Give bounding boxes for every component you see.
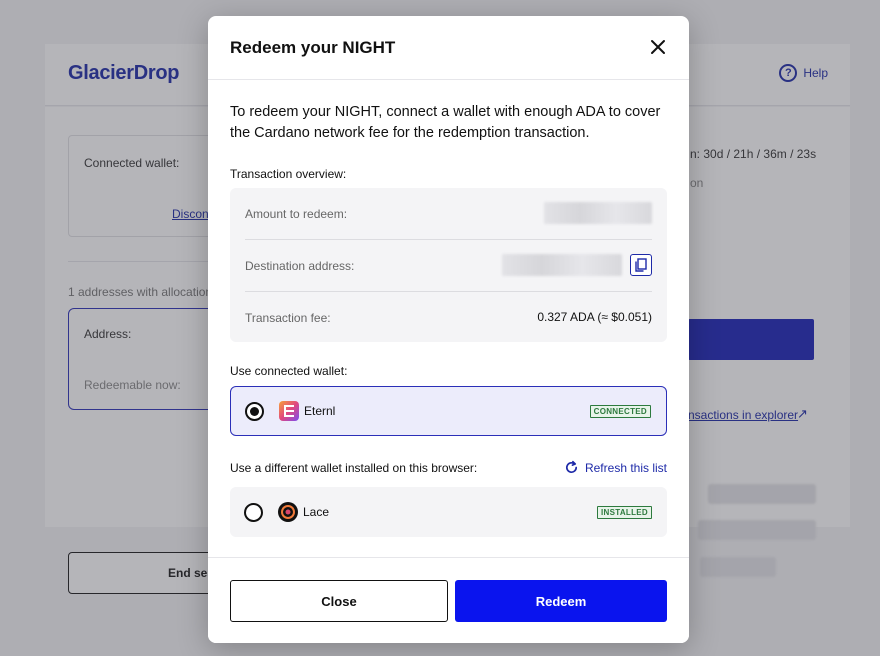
- wallet-option-lace[interactable]: Lace INSTALLED: [230, 487, 667, 537]
- transaction-overview-label: Transaction overview:: [230, 167, 347, 181]
- modal-footer: Close Redeem: [208, 557, 689, 643]
- refresh-list-button[interactable]: Refresh this list: [564, 460, 667, 475]
- destination-value-blurred: [502, 254, 622, 276]
- fee-row: Transaction fee: 0.327 ADA (≈ $0.051): [245, 292, 652, 343]
- other-wallet-section-label: Use a different wallet installed on this…: [230, 461, 478, 475]
- refresh-label: Refresh this list: [584, 460, 667, 475]
- radio-unselected-icon[interactable]: [244, 502, 263, 522]
- amount-row: Amount to redeem:: [245, 188, 652, 239]
- connected-wallet-section-label: Use connected wallet:: [230, 364, 348, 378]
- amount-value-blurred: [544, 202, 652, 224]
- fee-value: 0.327 ADA (≈ $0.051): [537, 310, 652, 324]
- wallet-name: Lace: [303, 505, 330, 519]
- modal-header: Redeem your NIGHT: [208, 16, 689, 80]
- refresh-icon: [565, 460, 577, 474]
- wallet-option-eternl[interactable]: Eternl CONNECTED: [230, 386, 667, 436]
- transaction-overview: Amount to redeem: Destination address: T…: [230, 188, 667, 342]
- close-button[interactable]: Close: [230, 580, 448, 622]
- redeem-button[interactable]: Redeem: [455, 580, 667, 622]
- intro-text: To redeem your NIGHT, connect a wallet w…: [230, 104, 661, 141]
- connected-badge: CONNECTED: [589, 404, 651, 418]
- radio-selected-icon[interactable]: [245, 401, 264, 421]
- copy-address-button[interactable]: [630, 254, 652, 276]
- close-icon[interactable]: [647, 36, 669, 58]
- amount-label: Amount to redeem:: [245, 207, 348, 221]
- fee-label: Transaction fee:: [245, 311, 331, 325]
- lace-logo-icon: [278, 502, 298, 522]
- destination-label: Destination address:: [245, 259, 355, 273]
- redeem-modal: Redeem your NIGHT To redeem your NIGHT, …: [208, 16, 689, 643]
- destination-row: Destination address:: [245, 240, 652, 291]
- copy-icon: [635, 258, 647, 272]
- installed-badge: INSTALLED: [597, 505, 652, 519]
- modal-title: Redeem your NIGHT: [230, 38, 396, 57]
- wallet-name: Eternl: [304, 404, 336, 418]
- eternl-logo-icon: [279, 401, 299, 421]
